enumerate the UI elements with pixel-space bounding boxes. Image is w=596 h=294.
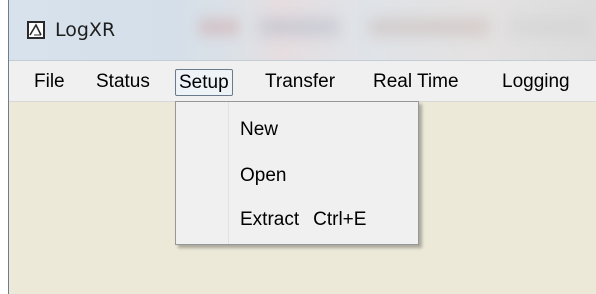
title-bar-blur [199, 18, 239, 36]
title-bar[interactable]: LogXR [9, 0, 596, 61]
menu-item-shortcut: Ctrl+E [313, 209, 367, 230]
menu-real-time[interactable]: Real Time [373, 71, 459, 93]
chart-icon[interactable] [27, 21, 45, 39]
title-bar-blur [509, 18, 589, 36]
menu-item-label: New [240, 119, 279, 140]
menu-item-label: Open [240, 165, 287, 186]
menu-item-open[interactable]: Open [240, 165, 286, 187]
menu-item-extract[interactable]: Extract Ctrl+E [240, 209, 366, 231]
menu-item-new[interactable]: New [240, 119, 278, 141]
menu-logging[interactable]: Logging [502, 71, 570, 93]
menu-file[interactable]: File [34, 71, 65, 93]
title-bar-blur [259, 18, 339, 36]
setup-dropdown-menu: New Open Extract Ctrl+E [175, 101, 419, 245]
menu-status[interactable]: Status [96, 71, 150, 93]
menu-item-label: Extract [240, 209, 300, 230]
menu-icon-gutter [176, 102, 229, 244]
menu-transfer[interactable]: Transfer [265, 71, 335, 93]
menu-setup[interactable]: Setup [175, 69, 233, 96]
window-title: LogXR [55, 19, 116, 41]
title-bar-blur [369, 18, 489, 36]
app-window: LogXR File Status Setup Transfer Real Ti… [8, 0, 596, 294]
menu-bar: File Status Setup Transfer Real Time Log… [9, 61, 596, 102]
